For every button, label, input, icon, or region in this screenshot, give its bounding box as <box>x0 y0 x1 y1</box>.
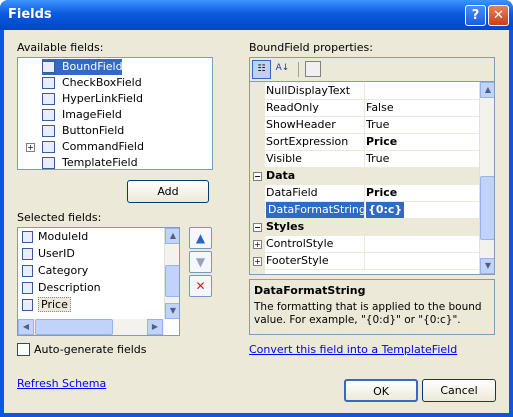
property-row[interactable]: Visible True <box>250 151 479 168</box>
alphabetical-sort-icon[interactable]: A↓ <box>273 60 292 79</box>
selected-horizontal-scrollbar[interactable]: ◀ ▶ <box>18 319 164 335</box>
property-row[interactable]: + FooterStyle <box>250 253 479 270</box>
refresh-schema-link[interactable]: Refresh Schema <box>17 377 106 390</box>
field-icon <box>22 231 33 243</box>
dialog-client-area: Available fields: BoundField CheckBoxFie… <box>4 30 509 413</box>
title-bar[interactable]: Fields ? ✕ <box>0 0 513 30</box>
close-button[interactable]: ✕ <box>488 5 509 26</box>
scroll-thumb-horizontal[interactable] <box>35 319 113 335</box>
tree-item-boundfield[interactable]: BoundField <box>42 59 123 75</box>
property-row[interactable]: ReadOnly False <box>250 100 479 117</box>
add-button[interactable]: Add <box>127 180 209 203</box>
scroll-up-arrow-icon[interactable]: ▲ <box>165 228 179 244</box>
imagefield-icon <box>42 109 55 121</box>
expand-commandfield-icon[interactable]: + <box>26 143 35 152</box>
auto-generate-label: Auto-generate fields <box>34 343 147 356</box>
property-description-panel: DataFormatString The formatting that is … <box>249 279 495 335</box>
field-icon <box>22 282 33 294</box>
toolbar-separator <box>298 62 299 77</box>
properties-vertical-scrollbar[interactable]: ▲ ▼ <box>479 82 494 274</box>
scroll-up-arrow-icon[interactable]: ▲ <box>480 82 494 98</box>
category-row-styles[interactable]: − Styles <box>250 219 479 236</box>
available-fields-tree[interactable]: BoundField CheckBoxField HyperLinkField … <box>17 57 213 170</box>
description-text: The formatting that is applied to the bo… <box>254 301 482 326</box>
scroll-right-arrow-icon[interactable]: ▶ <box>147 319 163 335</box>
property-row[interactable]: NullDisplayText <box>250 83 479 100</box>
property-row[interactable]: DataField Price <box>250 185 479 202</box>
checkboxfield-icon <box>42 77 55 89</box>
scroll-left-arrow-icon[interactable]: ◀ <box>18 319 34 335</box>
cancel-button[interactable]: Cancel <box>422 379 496 402</box>
move-up-button[interactable]: ▲ <box>189 227 212 249</box>
auto-generate-checkbox[interactable] <box>17 343 30 356</box>
property-row[interactable]: + ControlStyle <box>250 236 479 253</box>
field-icon <box>22 299 33 311</box>
description-title: DataFormatString <box>254 284 366 297</box>
properties-toolbar: ☷ A↓ <box>249 57 495 81</box>
properties-label: BoundField properties: <box>249 41 373 54</box>
convert-to-templatefield-link[interactable]: Convert this field into a TemplateField <box>249 343 457 356</box>
property-row[interactable]: ShowHeader True <box>250 117 479 134</box>
boundfield-icon <box>42 61 55 73</box>
property-pages-icon[interactable] <box>305 61 321 77</box>
help-button[interactable]: ? <box>465 5 486 26</box>
field-icon <box>22 265 33 277</box>
collapse-styles-icon[interactable]: − <box>253 223 262 232</box>
selected-vertical-scrollbar[interactable]: ▲ ▼ <box>164 228 179 319</box>
property-row-selected[interactable]: DataFormatString {0:c} <box>250 202 479 219</box>
scroll-down-arrow-icon[interactable]: ▼ <box>165 303 179 319</box>
expand-controlstyle-icon[interactable]: + <box>253 240 262 249</box>
property-grid[interactable]: NullDisplayText ReadOnly False ShowHeade… <box>249 81 495 275</box>
selected-fields-label: Selected fields: <box>17 211 102 224</box>
dialog-title: Fields <box>8 7 52 22</box>
buttonfield-icon <box>42 125 55 137</box>
selected-fields-list[interactable]: ModuleId UserID Category Description Pri… <box>17 227 180 336</box>
ok-button[interactable]: OK <box>344 379 418 402</box>
commandfield-icon <box>42 141 55 153</box>
field-icon <box>22 248 33 260</box>
available-fields-label: Available fields: <box>17 41 104 54</box>
scroll-thumb[interactable] <box>480 176 494 240</box>
property-row[interactable]: SortExpression Price <box>250 134 479 151</box>
category-row-data[interactable]: − Data <box>250 168 479 185</box>
collapse-data-icon[interactable]: − <box>253 172 262 181</box>
categorized-view-icon[interactable]: ☷ <box>252 60 271 79</box>
move-down-button[interactable]: ▼ <box>189 251 212 273</box>
templatefield-icon <box>42 157 55 169</box>
expand-footerstyle-icon[interactable]: + <box>253 257 262 266</box>
hyperlinkfield-icon <box>42 93 55 105</box>
scroll-down-arrow-icon[interactable]: ▼ <box>480 258 494 274</box>
dialog-window: Fields ? ✕ Available fields: BoundField … <box>0 0 513 417</box>
delete-field-button[interactable]: ✕ <box>189 275 212 297</box>
scroll-thumb[interactable] <box>165 265 179 297</box>
